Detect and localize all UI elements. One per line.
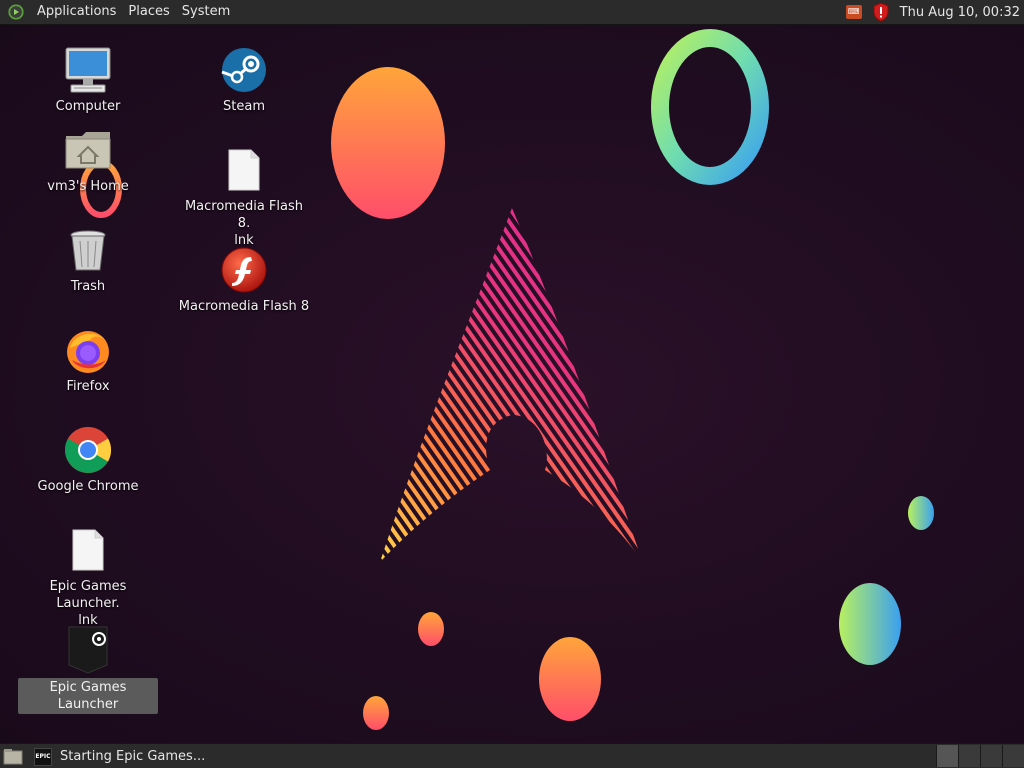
menu-places[interactable]: Places bbox=[122, 0, 175, 24]
file-icon bbox=[218, 144, 270, 196]
steam-icon bbox=[218, 44, 270, 96]
firefox-icon bbox=[62, 324, 114, 376]
desktop-icon-label: Epic Games Launcher. lnk bbox=[49, 579, 127, 628]
bottom-panel: EPIC Starting Epic Games... bbox=[0, 743, 1024, 768]
menu-system[interactable]: System bbox=[176, 0, 236, 24]
desktop-icon-steam[interactable]: Steam bbox=[174, 44, 314, 115]
workspace-2[interactable] bbox=[958, 745, 980, 767]
desktop-icon-label: Epic Games Launcher bbox=[18, 678, 158, 714]
desktop-icon-epic-lnk[interactable]: Epic Games Launcher. lnk bbox=[18, 524, 158, 629]
show-desktop-icon[interactable] bbox=[2, 746, 24, 768]
trash-icon bbox=[62, 224, 114, 276]
desktop-icon-label: Google Chrome bbox=[37, 479, 139, 494]
desktop-icon-label: vm3's Home bbox=[47, 179, 129, 194]
top-panel: Applications Places System ⌨ Thu Aug 10,… bbox=[0, 0, 1024, 25]
desktop-icon-trash[interactable]: Trash bbox=[18, 224, 158, 295]
workspace-4[interactable] bbox=[1002, 745, 1024, 767]
desktop-icon-label: Computer bbox=[55, 99, 121, 114]
flash-icon bbox=[218, 244, 270, 296]
desktop-icon-chrome[interactable]: Google Chrome bbox=[18, 424, 158, 495]
epic-games-icon: EPIC bbox=[34, 747, 52, 766]
workspace-1[interactable] bbox=[936, 745, 958, 767]
shield-alert-icon[interactable] bbox=[872, 2, 890, 22]
desktop-icon-home[interactable]: vm3's Home bbox=[18, 124, 158, 195]
clock[interactable]: Thu Aug 10, 00:32 bbox=[900, 5, 1020, 20]
desktop-icon-label: Macromedia Flash 8 bbox=[178, 299, 310, 314]
epic-games-icon bbox=[62, 624, 114, 676]
taskbar-window-button[interactable]: EPIC Starting Epic Games... bbox=[34, 745, 274, 768]
menu-applications[interactable]: Applications bbox=[31, 0, 122, 24]
desktop-icon-label: Firefox bbox=[66, 379, 110, 394]
keyboard-layout-icon[interactable]: ⌨ bbox=[845, 5, 862, 19]
desktop-icon-computer[interactable]: Computer bbox=[18, 44, 158, 115]
file-icon bbox=[62, 524, 114, 576]
desktop-icon-epic-games[interactable]: Epic Games Launcher bbox=[18, 624, 158, 714]
desktop-icon-label: Steam bbox=[223, 99, 265, 114]
chrome-icon bbox=[62, 424, 114, 476]
desktop-icon-flash-lnk[interactable]: Macromedia Flash 8. lnk bbox=[174, 144, 314, 249]
computer-icon bbox=[62, 44, 114, 96]
desktop-icon-label: Macromedia Flash 8. lnk bbox=[184, 199, 304, 248]
desktop-icon-label: Trash bbox=[70, 279, 106, 294]
desktop-icon-firefox[interactable]: Firefox bbox=[18, 324, 158, 395]
taskbar-window-label: Starting Epic Games... bbox=[60, 749, 206, 764]
menu-logo-icon[interactable] bbox=[7, 3, 25, 21]
panel-tray: ⌨ Thu Aug 10, 00:32 bbox=[845, 0, 1024, 24]
workspace-switcher bbox=[936, 745, 1024, 768]
home-folder-icon bbox=[62, 124, 114, 176]
workspace-3[interactable] bbox=[980, 745, 1002, 767]
desktop-icon-flash[interactable]: Macromedia Flash 8 bbox=[174, 244, 314, 315]
